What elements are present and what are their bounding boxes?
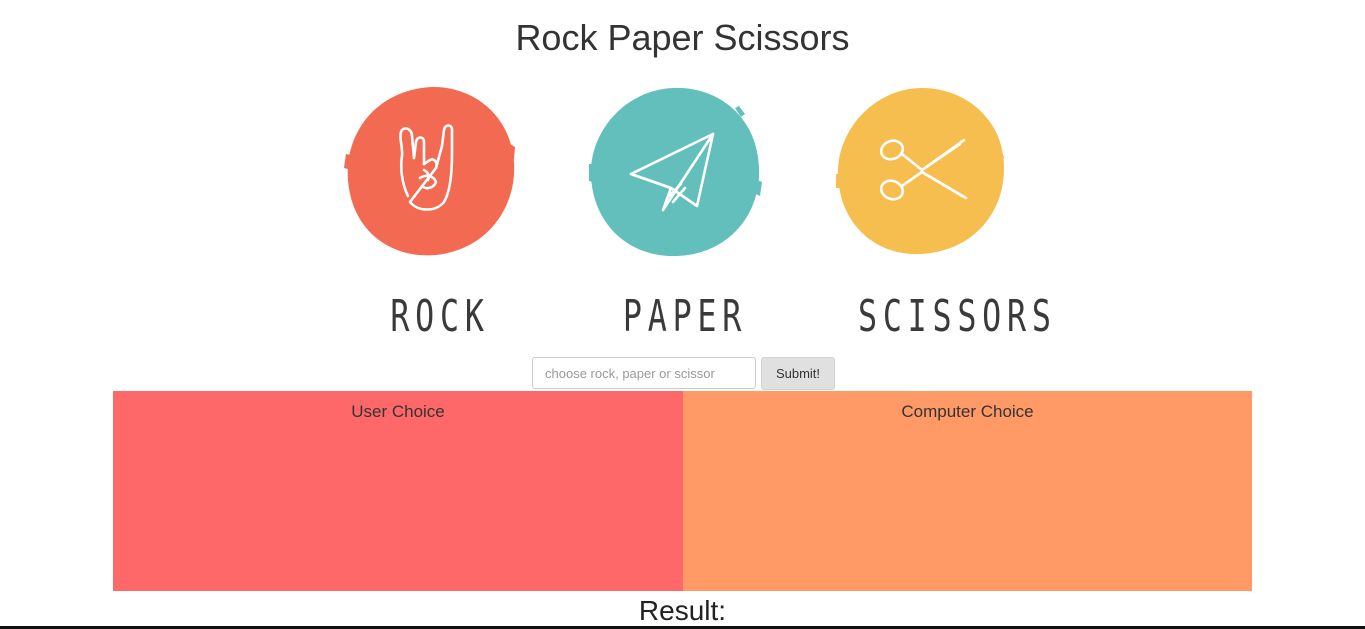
scissors-icon bbox=[836, 88, 1004, 255]
rock-hand-icon bbox=[344, 86, 515, 256]
result-label: Result: bbox=[638, 595, 727, 626]
user-choice-label: User Choice bbox=[351, 402, 445, 421]
computer-choice-label: Computer Choice bbox=[901, 402, 1034, 421]
choice-row: ROCK PAPER SCISSORS bbox=[340, 84, 1057, 346]
user-choice-panel: User Choice bbox=[113, 391, 683, 591]
computer-choice-panel: Computer Choice bbox=[683, 391, 1252, 591]
scissors-circle bbox=[838, 88, 1004, 255]
choice-paper[interactable]: PAPER bbox=[585, 84, 785, 346]
paper-plane-icon bbox=[589, 87, 762, 257]
choice-label-rock: ROCK bbox=[390, 291, 490, 342]
choice-rock[interactable]: ROCK bbox=[340, 84, 540, 346]
page: Rock Paper Scissors ROCK PAPER SCISSORS … bbox=[0, 0, 1365, 629]
page-title: Rock Paper Scissors bbox=[515, 17, 850, 58]
rock-circle bbox=[347, 86, 515, 256]
choice-label-paper: PAPER bbox=[622, 291, 748, 342]
choice-label-scissors: SCISSORS bbox=[858, 291, 1057, 342]
choice-input[interactable] bbox=[532, 357, 756, 389]
choice-scissors[interactable]: SCISSORS bbox=[830, 84, 1057, 346]
paper-circle bbox=[590, 87, 760, 257]
submit-button[interactable]: Submit! bbox=[761, 357, 835, 390]
